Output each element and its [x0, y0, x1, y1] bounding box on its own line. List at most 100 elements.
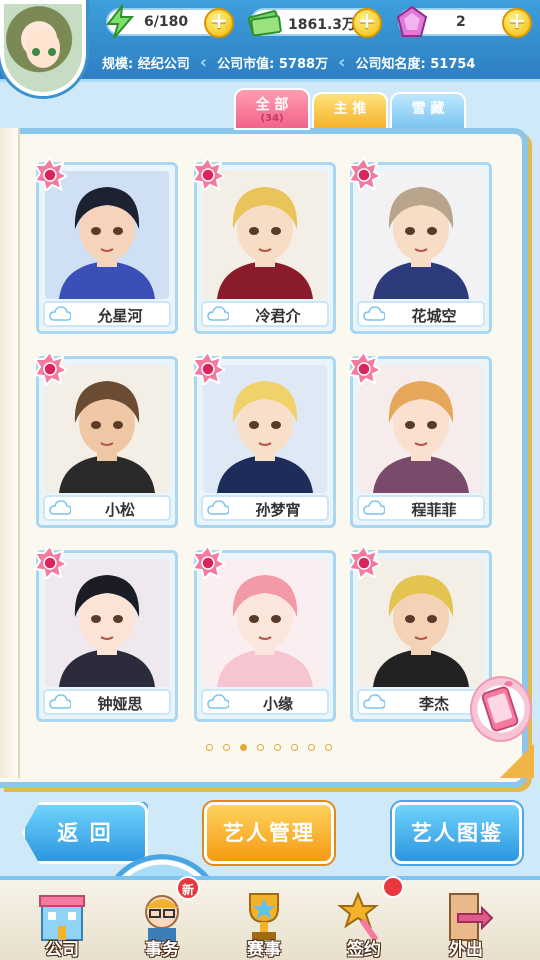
- nav-events[interactable]: 赛事: [218, 880, 310, 960]
- player-avatar[interactable]: [0, 0, 86, 96]
- nav-company-label: 公司: [45, 940, 79, 960]
- rarity-badge-icon: [33, 157, 67, 191]
- artist-namebar: 程菲菲: [357, 495, 485, 521]
- artist-name: 程菲菲: [411, 501, 457, 519]
- add-gem-button[interactable]: +: [502, 8, 532, 38]
- page-indicator: [206, 744, 332, 751]
- artist-namebar: 冷君介: [201, 301, 329, 327]
- artist-name: 冷君介: [255, 307, 301, 325]
- company-market-value: 公司市值: 5788万: [217, 56, 329, 72]
- phone-icon: [481, 680, 519, 732]
- cloud-icon: [49, 694, 71, 709]
- artist-card[interactable]: 冷君介: [191, 157, 336, 334]
- artist-name: 李杰: [418, 695, 449, 713]
- artist-namebar: 小缘: [201, 689, 329, 715]
- back-button[interactable]: 返 回: [22, 802, 148, 864]
- money-value: 1861.3万: [288, 17, 357, 33]
- cloud-icon: [207, 694, 229, 709]
- cloud-icon: [207, 306, 229, 321]
- artist-card[interactable]: 花城空: [347, 157, 492, 334]
- artist-name: 允星河: [97, 307, 143, 325]
- cloud-icon: [363, 306, 385, 321]
- page-dot[interactable]: [274, 744, 281, 751]
- artist-management-button[interactable]: 艺人管理: [204, 802, 334, 864]
- artist-namebar: 花城空: [357, 301, 485, 327]
- artist-card[interactable]: 小缘: [191, 545, 336, 722]
- nav-events-label: 赛事: [247, 940, 281, 960]
- artist-card[interactable]: 钟娅思: [33, 545, 178, 722]
- rarity-badge-icon: [347, 351, 381, 385]
- artist-card[interactable]: 李杰: [347, 545, 492, 722]
- cloud-icon: [363, 500, 385, 515]
- artist-card[interactable]: 孙梦宵: [191, 351, 336, 528]
- page-dot[interactable]: [257, 744, 264, 751]
- add-energy-button[interactable]: +: [204, 8, 234, 38]
- tab-main-label: 主 推: [333, 101, 367, 117]
- tab-all-label: 全 部: [255, 97, 289, 113]
- rarity-badge-icon: [33, 351, 67, 385]
- new-badge: 新: [176, 876, 200, 900]
- artist-card[interactable]: 允星河: [33, 157, 178, 334]
- rarity-badge-icon: [347, 157, 381, 191]
- cloud-icon: [363, 694, 385, 709]
- company-scale: 规模: 经纪公司: [102, 56, 190, 72]
- artist-namebar: 李杰: [357, 689, 485, 715]
- tab-hidden-label: 雪 藏: [411, 101, 445, 117]
- artist-name: 花城空: [411, 307, 457, 325]
- gem-value: 2: [456, 14, 466, 30]
- energy-value: 6/180: [144, 14, 189, 30]
- rarity-badge-icon: [191, 157, 225, 191]
- rarity-badge-icon: [191, 351, 225, 385]
- divider: ‹: [338, 51, 346, 73]
- artist-namebar: 小松: [43, 495, 171, 521]
- energy-icon: [105, 4, 135, 39]
- page-dot[interactable]: [291, 744, 298, 751]
- artist-card[interactable]: 小松: [33, 351, 178, 528]
- artist-catalog-button[interactable]: 艺人图鉴: [392, 802, 522, 864]
- cloud-icon: [49, 500, 71, 515]
- avatar-eye: [48, 48, 56, 56]
- nav-outing[interactable]: 外出: [420, 880, 512, 960]
- page-dot[interactable]: [308, 744, 315, 751]
- bottom-nav: 公司 事务 赛事 签约 外出: [0, 876, 540, 960]
- cloud-icon: [207, 500, 229, 515]
- page-dot[interactable]: [325, 744, 332, 751]
- energy-counter: 6/180 +: [105, 4, 234, 39]
- page-dot[interactable]: [240, 744, 247, 751]
- gem-counter: 2 +: [396, 5, 532, 38]
- cloud-icon: [49, 306, 71, 321]
- phone-button[interactable]: [470, 676, 532, 742]
- notification-dot: [382, 876, 404, 898]
- add-money-button[interactable]: +: [352, 8, 382, 38]
- tab-main-push[interactable]: 主 推: [312, 92, 388, 130]
- nav-outing-label: 外出: [449, 940, 483, 960]
- artist-name: 小松: [104, 501, 135, 519]
- artist-name: 小缘: [262, 695, 293, 713]
- book-spine: [0, 128, 20, 778]
- divider: ‹: [199, 51, 208, 73]
- avatar-eye: [32, 48, 40, 56]
- company-info-bar: 规模: 经纪公司 ‹ 公司市值: 5788万 ‹ 公司知名度: 51754: [92, 48, 540, 76]
- nav-company[interactable]: 公司: [16, 880, 108, 960]
- artist-namebar: 允星河: [43, 301, 171, 327]
- company-fame: 公司知名度: 51754: [355, 56, 476, 72]
- tab-all[interactable]: 全 部 (34): [234, 88, 310, 130]
- page-dot[interactable]: [206, 744, 213, 751]
- artist-namebar: 钟娅思: [43, 689, 171, 715]
- nav-affairs-label: 事务: [145, 940, 179, 960]
- artist-name: 孙梦宵: [255, 501, 301, 519]
- tab-hidden[interactable]: 雪 藏: [390, 92, 466, 130]
- book-page-corner[interactable]: [500, 744, 534, 778]
- rarity-badge-icon: [33, 545, 67, 579]
- artist-name: 钟娅思: [97, 695, 143, 713]
- money-icon: [247, 10, 282, 37]
- money-counter: 1861.3万 +: [247, 8, 382, 38]
- page-dot[interactable]: [223, 744, 230, 751]
- nav-contract-label: 签约: [347, 940, 381, 960]
- gem-icon: [396, 5, 428, 37]
- artist-card[interactable]: 程菲菲: [347, 351, 492, 528]
- tab-all-count: (34): [260, 113, 284, 124]
- rarity-badge-icon: [191, 545, 225, 579]
- rarity-badge-icon: [347, 545, 381, 579]
- artist-namebar: 孙梦宵: [201, 495, 329, 521]
